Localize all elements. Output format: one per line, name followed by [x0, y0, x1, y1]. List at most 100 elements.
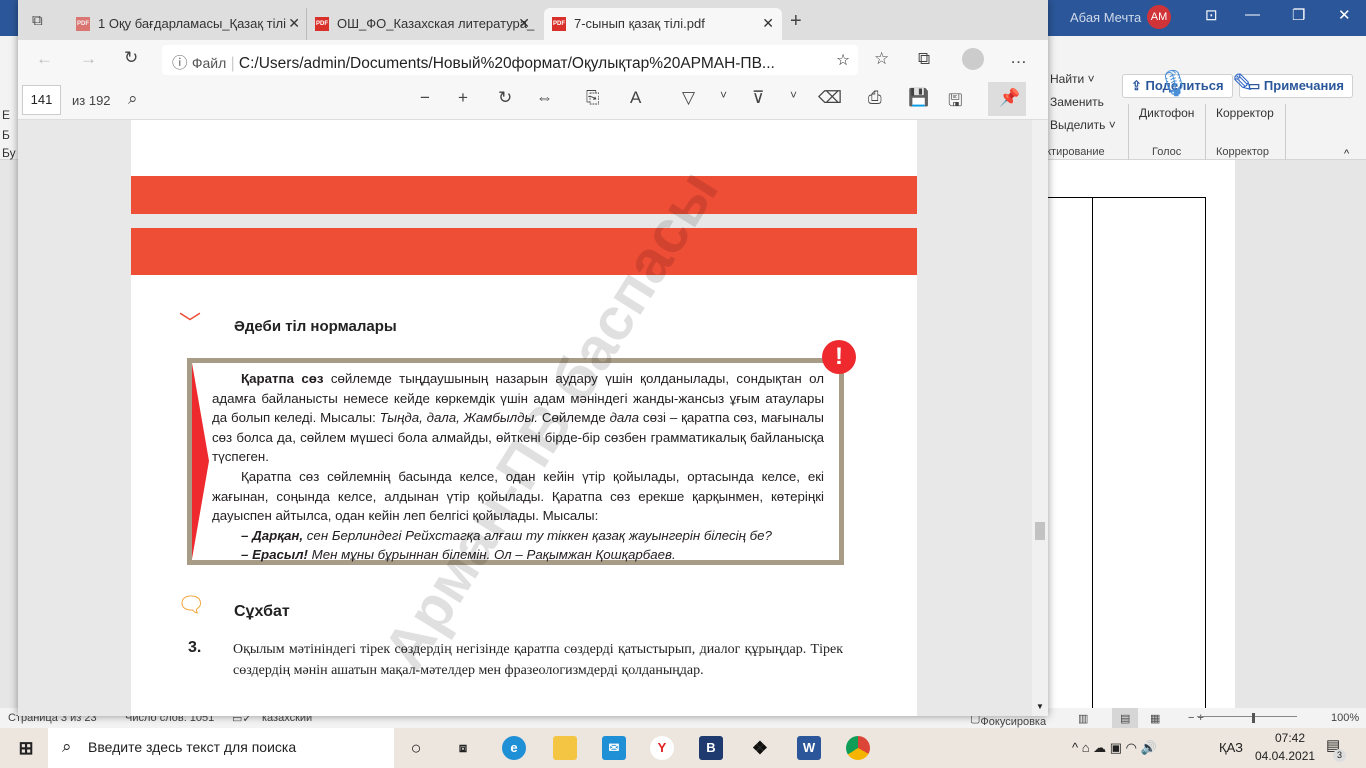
- page-view-button[interactable]: ⎘: [586, 88, 600, 108]
- comments-label: Примечания: [1263, 78, 1344, 93]
- web-layout-icon[interactable]: ▦: [1150, 712, 1160, 725]
- collections-icon[interactable]: ⧉: [918, 49, 930, 69]
- collapse-ribbon-icon[interactable]: ^: [1344, 148, 1349, 160]
- tab-1[interactable]: PDF 1 Оқу бағдарламасы_Қазақ тілі ✕: [68, 8, 308, 40]
- favorites-icon[interactable]: ☆: [874, 49, 889, 69]
- cortana-icon[interactable]: ○: [404, 736, 428, 760]
- tab-active[interactable]: PDF 7-сынып қазақ тілі.pdf ✕: [544, 8, 782, 40]
- zoom-out-button[interactable]: −: [420, 88, 430, 108]
- mail-icon[interactable]: ✉: [602, 736, 626, 760]
- page-header-band: [131, 176, 917, 214]
- avatar[interactable]: АМ: [1147, 5, 1171, 29]
- start-button[interactable]: ⊞: [14, 736, 38, 760]
- group-label: актирование: [1040, 146, 1105, 158]
- more-icon[interactable]: …: [1010, 48, 1027, 68]
- file-explorer-icon[interactable]: [553, 736, 577, 760]
- scroll-down-icon[interactable]: ▼: [1036, 702, 1044, 711]
- address-bar[interactable]: ⓘ Файл | C:/Users/admin/Documents/Новый%…: [162, 45, 858, 75]
- forward-button[interactable]: →: [80, 49, 97, 69]
- erase-button[interactable]: ⌫: [818, 88, 842, 108]
- editor-pen-icon: ✎: [1232, 68, 1254, 98]
- read-aloud-button[interactable]: A: [630, 88, 641, 108]
- fit-width-button[interactable]: ⇔: [536, 88, 553, 108]
- profile-icon[interactable]: [962, 48, 984, 70]
- group-label: Корректор: [1216, 146, 1269, 158]
- draw-button[interactable]: ▽: [682, 88, 695, 108]
- rotate-button[interactable]: ↻: [498, 88, 512, 108]
- taskbar-search[interactable]: ⌕ Введите здесь текст для поиска: [48, 728, 394, 768]
- chevron-icon: ﹀: [179, 311, 202, 336]
- tray-icons[interactable]: ^ ⌂ ☁ ▣ ◠ 🔊: [1072, 740, 1157, 756]
- ribbon-fragment: Б: [2, 128, 10, 142]
- highlight-options-icon[interactable]: ˅: [790, 88, 797, 102]
- example-2: – Ерасыл! Мен мұны бұрыннан білемін. Ол …: [241, 547, 676, 563]
- word-page: [1048, 160, 1235, 708]
- task-view-icon[interactable]: ⧈: [451, 736, 475, 760]
- task-text: Оқылым мәтініндегі тірек сөздердің негіз…: [233, 642, 843, 678]
- ribbon-display-icon[interactable]: ⊡: [1205, 6, 1218, 24]
- editor-button[interactable]: Корректор: [1216, 106, 1274, 120]
- page-total: из 192: [72, 93, 111, 108]
- dictate-button[interactable]: Диктофон: [1139, 106, 1194, 120]
- zoom-in-button[interactable]: +: [458, 88, 468, 108]
- pin-toolbar-icon[interactable]: 📌: [988, 82, 1026, 116]
- word-app-icon[interactable]: W: [797, 736, 821, 760]
- restore-button[interactable]: ❐: [1292, 6, 1305, 24]
- pdf-icon: PDF: [315, 17, 329, 31]
- page-number-input[interactable]: 141: [22, 85, 61, 115]
- refresh-button[interactable]: ↻: [124, 48, 138, 68]
- url-text: C:/Users/admin/Documents/Новый%20формат/…: [238, 55, 775, 72]
- search-icon[interactable]: ⌕: [128, 89, 138, 109]
- tab-2[interactable]: PDF ОШ_ФО_Казахская литература_ ✕: [306, 8, 538, 40]
- draw-options-icon[interactable]: ˅: [720, 88, 727, 102]
- pdf-viewer: 140 ﹀ Әдеби тіл нормалары Қаратпа сөз сө…: [18, 120, 1048, 716]
- search-icon: ⌕: [62, 737, 72, 756]
- chrome-icon[interactable]: [846, 736, 870, 760]
- scrollbar[interactable]: ▼: [1032, 120, 1048, 716]
- notification-count: 3: [1333, 749, 1346, 762]
- clock-date[interactable]: 04.04.2021: [1255, 749, 1315, 763]
- select-button[interactable]: Выделить ˅: [1050, 118, 1116, 132]
- close-tab-icon[interactable]: ✕: [762, 15, 774, 32]
- b-app-icon[interactable]: B: [699, 736, 723, 760]
- group-label: Голос: [1152, 146, 1182, 158]
- scrollbar-thumb[interactable]: [1035, 522, 1045, 540]
- read-mode-icon[interactable]: ▥: [1078, 712, 1088, 725]
- back-button[interactable]: ←: [36, 49, 53, 69]
- clock-time[interactable]: 07:42: [1265, 731, 1315, 745]
- tab-label: 7-сынып қазақ тілі.pdf: [574, 16, 705, 31]
- dropbox-icon[interactable]: ❖: [748, 736, 772, 760]
- section-heading: Әдеби тіл нормалары: [234, 318, 397, 335]
- close-button[interactable]: ✕: [1338, 6, 1351, 24]
- print-button[interactable]: ⎙: [868, 88, 882, 108]
- close-tab-icon[interactable]: ✕: [518, 15, 530, 32]
- yandex-icon[interactable]: Y: [650, 736, 674, 760]
- taskbar: ⊞ ⌕ Введите здесь текст для поиска ○ ⧈ e …: [0, 728, 1366, 768]
- add-favorite-icon[interactable]: ☆: [832, 51, 850, 70]
- highlight-button[interactable]: ⊽: [752, 88, 764, 108]
- find-label: Найти: [1050, 72, 1085, 86]
- select-label: Выделить: [1050, 118, 1106, 132]
- minimize-button[interactable]: —: [1245, 6, 1260, 23]
- print-layout-icon[interactable]: ▤: [1112, 708, 1138, 728]
- new-tab-button[interactable]: +: [790, 10, 802, 33]
- find-button[interactable]: Найти ˅: [1050, 72, 1095, 86]
- close-tab-icon[interactable]: ✕: [288, 15, 300, 32]
- input-language[interactable]: ҚАЗ: [1219, 740, 1243, 755]
- zoom-level[interactable]: 100%: [1331, 712, 1359, 724]
- word-user-name: Абая Мечта: [1070, 10, 1142, 25]
- search-placeholder: Введите здесь текст для поиска: [88, 739, 297, 755]
- zoom-thumb[interactable]: [1252, 713, 1255, 723]
- task-number: 3.: [188, 639, 202, 656]
- comments-button[interactable]: ▭ Примечания: [1239, 74, 1353, 98]
- tab-actions-icon[interactable]: ⧉: [32, 12, 43, 29]
- replace-button[interactable]: Заменить: [1050, 95, 1104, 109]
- section-heading: Сұхбат: [234, 603, 290, 620]
- info-icon[interactable]: ⓘ: [172, 55, 188, 72]
- save-as-button[interactable]: 🖫: [948, 88, 962, 117]
- save-button[interactable]: 💾: [908, 88, 929, 108]
- zoom-slider[interactable]: − +: [1188, 712, 1298, 724]
- edge-app-icon[interactable]: e: [502, 736, 526, 760]
- ribbon-fragment: Е: [2, 108, 11, 122]
- dialogue-icon: 🗨: [177, 592, 205, 617]
